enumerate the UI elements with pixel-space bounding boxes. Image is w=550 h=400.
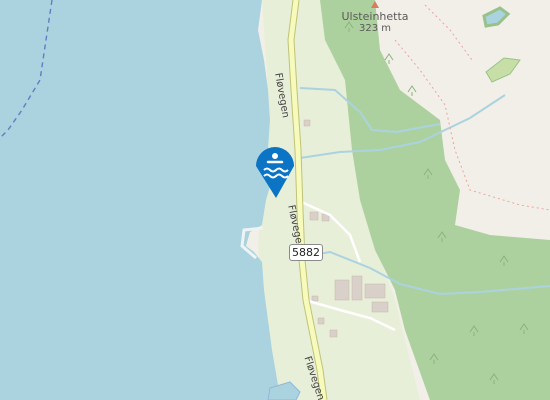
peak-name-label: Ulsteinhetta [341, 10, 409, 23]
sea [0, 0, 278, 400]
map-view[interactable]: Ulsteinhetta 323 m Fløvegen Fløvegen Flø… [0, 0, 550, 400]
map-canvas [0, 0, 550, 400]
peak-elevation-label: 323 m [358, 23, 391, 34]
route-shield: 5882 [289, 244, 323, 261]
